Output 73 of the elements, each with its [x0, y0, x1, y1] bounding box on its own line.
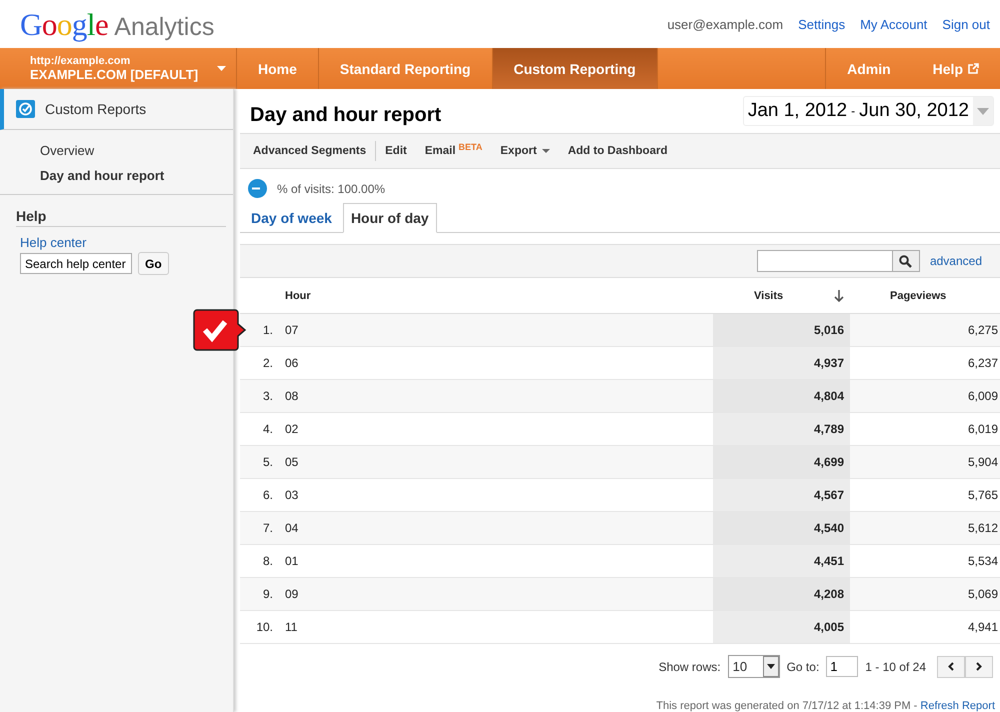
toolbar-button[interactable]: Edit: [376, 145, 416, 158]
segment-label: % of visits: 100.00%: [277, 182, 386, 196]
header-link[interactable]: My Account: [860, 16, 928, 32]
sidebar-item[interactable]: Overview: [0, 138, 233, 163]
toolbar-button[interactable]: Add to Dashboard: [558, 145, 676, 158]
header-link[interactable]: Sign out: [942, 16, 990, 32]
search-icon: [899, 254, 912, 268]
row-number: 10.: [240, 610, 279, 644]
hour-cell: 11: [279, 610, 713, 644]
caret-icon: [542, 149, 550, 154]
toolbar-button[interactable]: Export: [491, 145, 559, 158]
header-link[interactable]: Settings: [798, 16, 846, 32]
nav-tab[interactable]: Custom Reporting: [492, 48, 658, 89]
visits-cell: 5,016: [713, 314, 850, 346]
visits-cell: 4,540: [713, 512, 850, 544]
external-link-icon: [968, 63, 979, 74]
previous-page-button[interactable]: [937, 656, 965, 678]
help-center-link[interactable]: Help center: [20, 235, 86, 250]
page-number-field[interactable]: 1: [826, 656, 858, 677]
visits-cell: 4,208: [713, 578, 850, 610]
chevron-left-icon: [948, 662, 954, 671]
row-number: 3.: [240, 380, 279, 412]
help-search-field[interactable]: Search help center: [20, 253, 132, 274]
sort-descending-icon: [834, 290, 844, 302]
row-number: 7.: [240, 512, 279, 544]
pageviews-cell: 5,069: [850, 578, 1000, 610]
refresh-report-link[interactable]: Refresh Report: [920, 700, 995, 712]
user-email: user@example.com: [667, 16, 784, 32]
visits-cell: 4,567: [713, 478, 850, 512]
hour-cell: 05: [279, 446, 713, 478]
pageviews-cell: 6,009: [850, 380, 1000, 412]
report-title: Day and hour report: [250, 104, 442, 127]
table-search-field[interactable]: [756, 250, 920, 272]
date-range-picker[interactable]: Jan 1, 2012 - Jun 30, 2012: [742, 96, 994, 126]
visits-cell: 4,005: [713, 610, 850, 644]
pageviews-cell: 5,612: [850, 512, 1000, 544]
pageviews-cell: 4,941: [850, 610, 1000, 644]
next-page-button[interactable]: [965, 656, 993, 678]
advanced-filter-link[interactable]: advanced: [930, 254, 982, 268]
hour-cell: 09: [279, 578, 713, 610]
caret-icon: [217, 66, 226, 71]
help-heading: Help: [16, 208, 226, 227]
page-range: 1 - 10 of 24: [865, 660, 926, 674]
chevron-right-icon: [976, 662, 982, 671]
segment-pie-icon: [248, 179, 267, 198]
row-number: 5.: [240, 446, 279, 478]
report-tab[interactable]: Hour of day: [342, 203, 437, 234]
toolbar-button[interactable]: Email $^{BETA}$: [416, 145, 492, 158]
hour-cell: 07: [279, 314, 713, 346]
visits-cell: 4,699: [713, 446, 850, 478]
go-button[interactable]: Go: [138, 252, 169, 275]
report-tab[interactable]: Day of week: [244, 203, 339, 234]
row-number: 9.: [240, 578, 279, 610]
dropdown-arrow-icon: [766, 664, 775, 669]
hour-cell: 04: [279, 512, 713, 544]
sidebar-section[interactable]: Custom Reports: [0, 89, 233, 130]
visits-cell: 4,804: [713, 380, 850, 412]
visits-cell: 4,937: [713, 346, 850, 380]
logo-brand: Google: [20, 7, 108, 43]
pageviews-cell: 5,904: [850, 446, 1000, 478]
sidebar-item[interactable]: Day and hour report: [0, 163, 233, 188]
visits-cell: 4,789: [713, 412, 850, 446]
pageviews-cell: 6,275: [850, 314, 1000, 346]
show-rows-label: Show rows:: [658, 660, 721, 674]
go-to-label: Go to:: [786, 660, 820, 674]
logo-product: Analytics: [114, 13, 214, 42]
report-icon: [16, 99, 36, 119]
hour-cell: 08: [279, 380, 713, 412]
report-generated-note: This report was generated on 7/17/12 at 1:14:39 PM - Refresh Report: [655, 700, 995, 712]
visits-cell: 4,451: [713, 544, 850, 578]
toolbar-button[interactable]: Advanced Segments: [244, 145, 376, 158]
rows-per-page-select[interactable]: 10: [728, 655, 780, 678]
column-header[interactable]: Visits: [754, 290, 784, 302]
